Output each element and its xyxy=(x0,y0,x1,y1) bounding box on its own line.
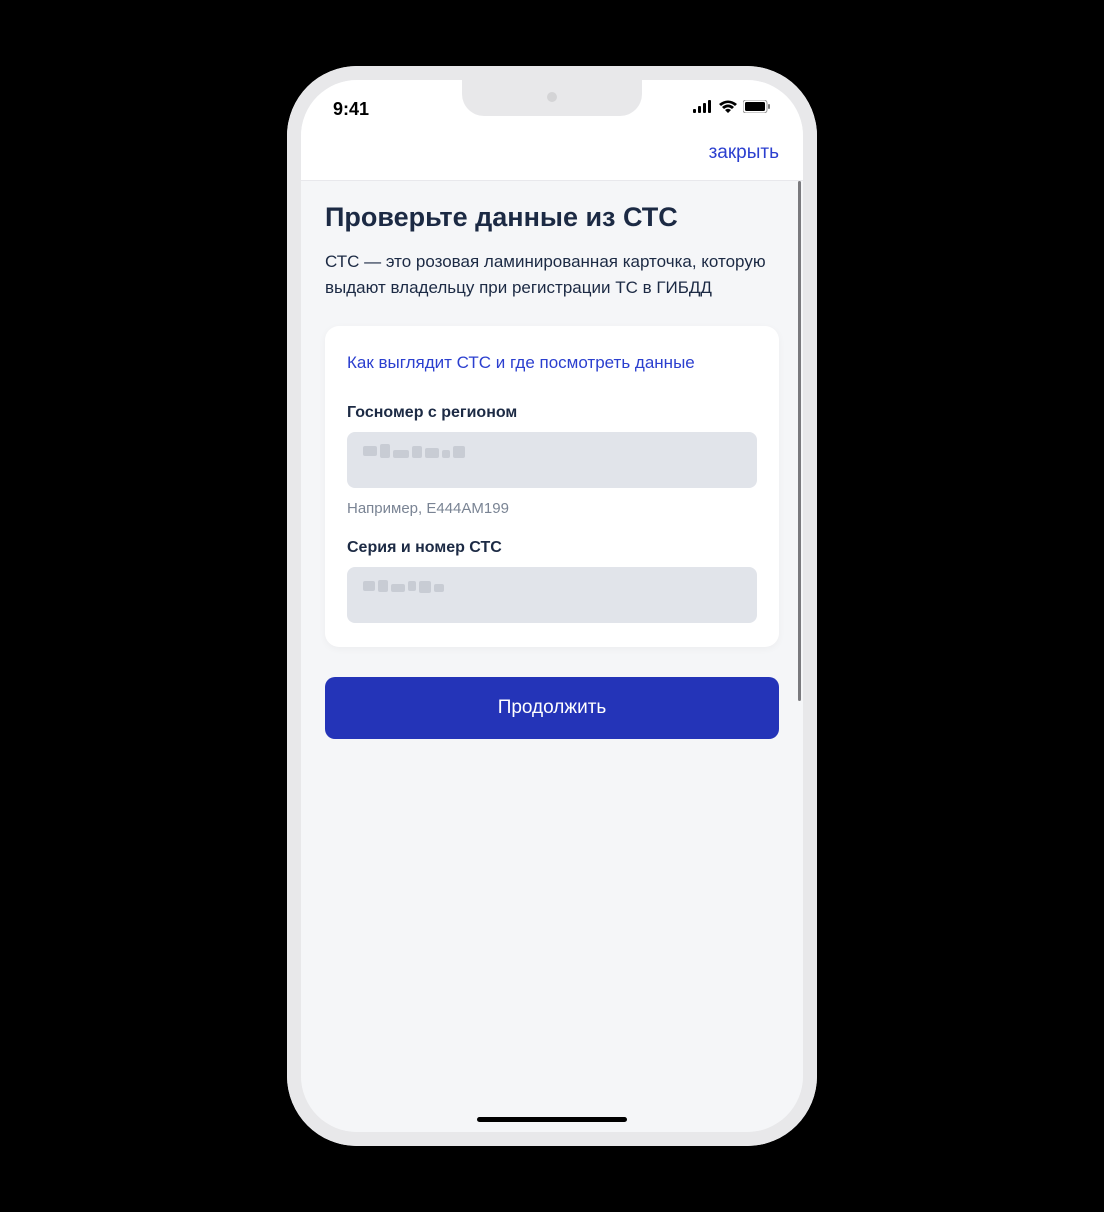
help-link[interactable]: Как выглядит СТС и где посмотреть данные xyxy=(347,350,757,376)
battery-icon xyxy=(743,100,771,118)
form-card: Как выглядит СТС и где посмотреть данные… xyxy=(325,326,779,647)
plate-hint: Например, Е444АМ199 xyxy=(347,500,757,517)
page-description: СТС — это розовая ламинированная карточк… xyxy=(325,249,779,300)
page-title: Проверьте данные из СТС xyxy=(325,201,779,233)
plate-label: Госномер с регионом xyxy=(347,404,757,422)
field-group-plate: Госномер с регионом xyxy=(347,404,757,517)
close-link[interactable]: закрыть xyxy=(709,142,779,164)
wifi-icon xyxy=(719,100,737,118)
sts-input[interactable] xyxy=(347,567,757,623)
content-area: Проверьте данные из СТС СТС — это розова… xyxy=(301,181,803,1132)
phone-frame: 9:41 закрыть Проверьте данные из СТС СТС xyxy=(287,66,817,1146)
sts-label: Серия и номер СТС xyxy=(347,539,757,557)
scroll-indicator[interactable] xyxy=(798,181,801,701)
continue-button[interactable]: Продолжить xyxy=(325,677,779,739)
cellular-icon xyxy=(693,100,713,118)
plate-input[interactable] xyxy=(347,432,757,488)
home-indicator[interactable] xyxy=(477,1117,627,1122)
status-time: 9:41 xyxy=(333,99,369,120)
status-icons xyxy=(693,100,771,118)
phone-notch xyxy=(462,80,642,116)
nav-bar: закрыть xyxy=(301,130,803,181)
field-group-sts: Серия и номер СТС xyxy=(347,539,757,623)
phone-screen: 9:41 закрыть Проверьте данные из СТС СТС xyxy=(301,80,803,1132)
